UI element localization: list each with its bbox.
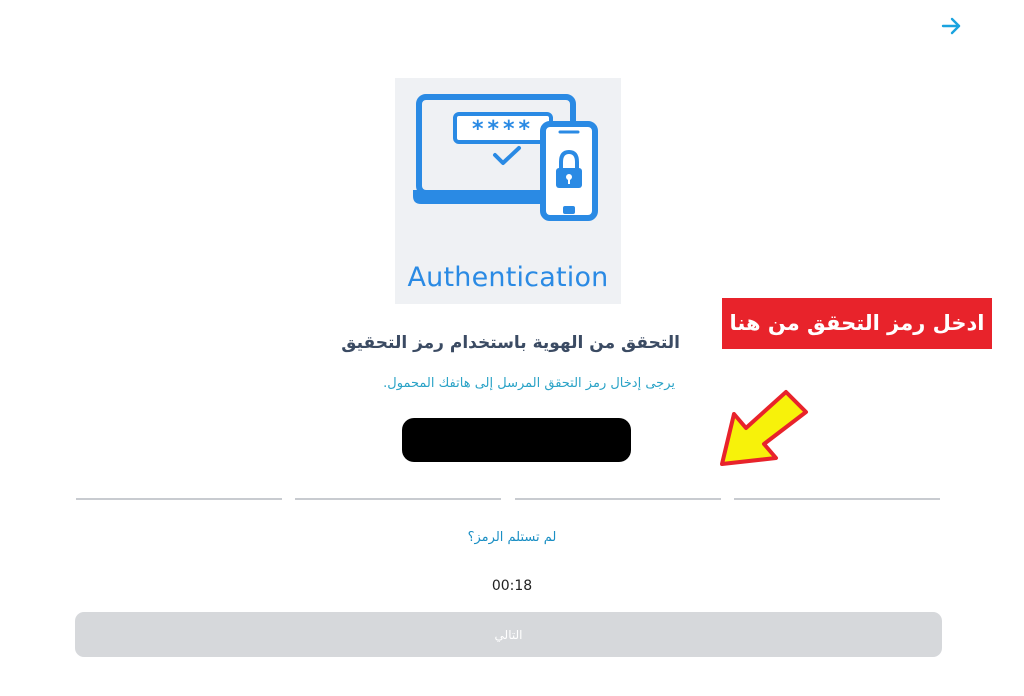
callout-label: ادخل رمز التحقق من هنا <box>722 298 992 349</box>
instruction-text: يرجى إدخال رمز التحقق المرسل إلى هاتفك ا… <box>383 376 675 391</box>
otp-input-1[interactable] <box>76 466 282 500</box>
resend-code-link[interactable]: لم تستلم الرمز؟ <box>412 530 612 545</box>
otp-input-2[interactable] <box>295 466 501 500</box>
page-title: التحقق من الهوية باستخدام رمز التحقيق <box>341 333 680 353</box>
otp-input-3[interactable] <box>515 466 721 500</box>
arrow-right-icon[interactable] <box>938 12 966 40</box>
masked-password: **** <box>472 117 534 142</box>
redacted-phone-number <box>402 418 631 462</box>
authentication-illustration: **** Authentication <box>395 78 621 304</box>
countdown-timer: 00:18 <box>491 578 533 594</box>
arrow-pointer-icon <box>720 390 808 466</box>
checkmark-icon <box>493 146 521 165</box>
illustration-caption: Authentication <box>407 262 609 293</box>
next-button[interactable]: التالي <box>75 612 942 657</box>
